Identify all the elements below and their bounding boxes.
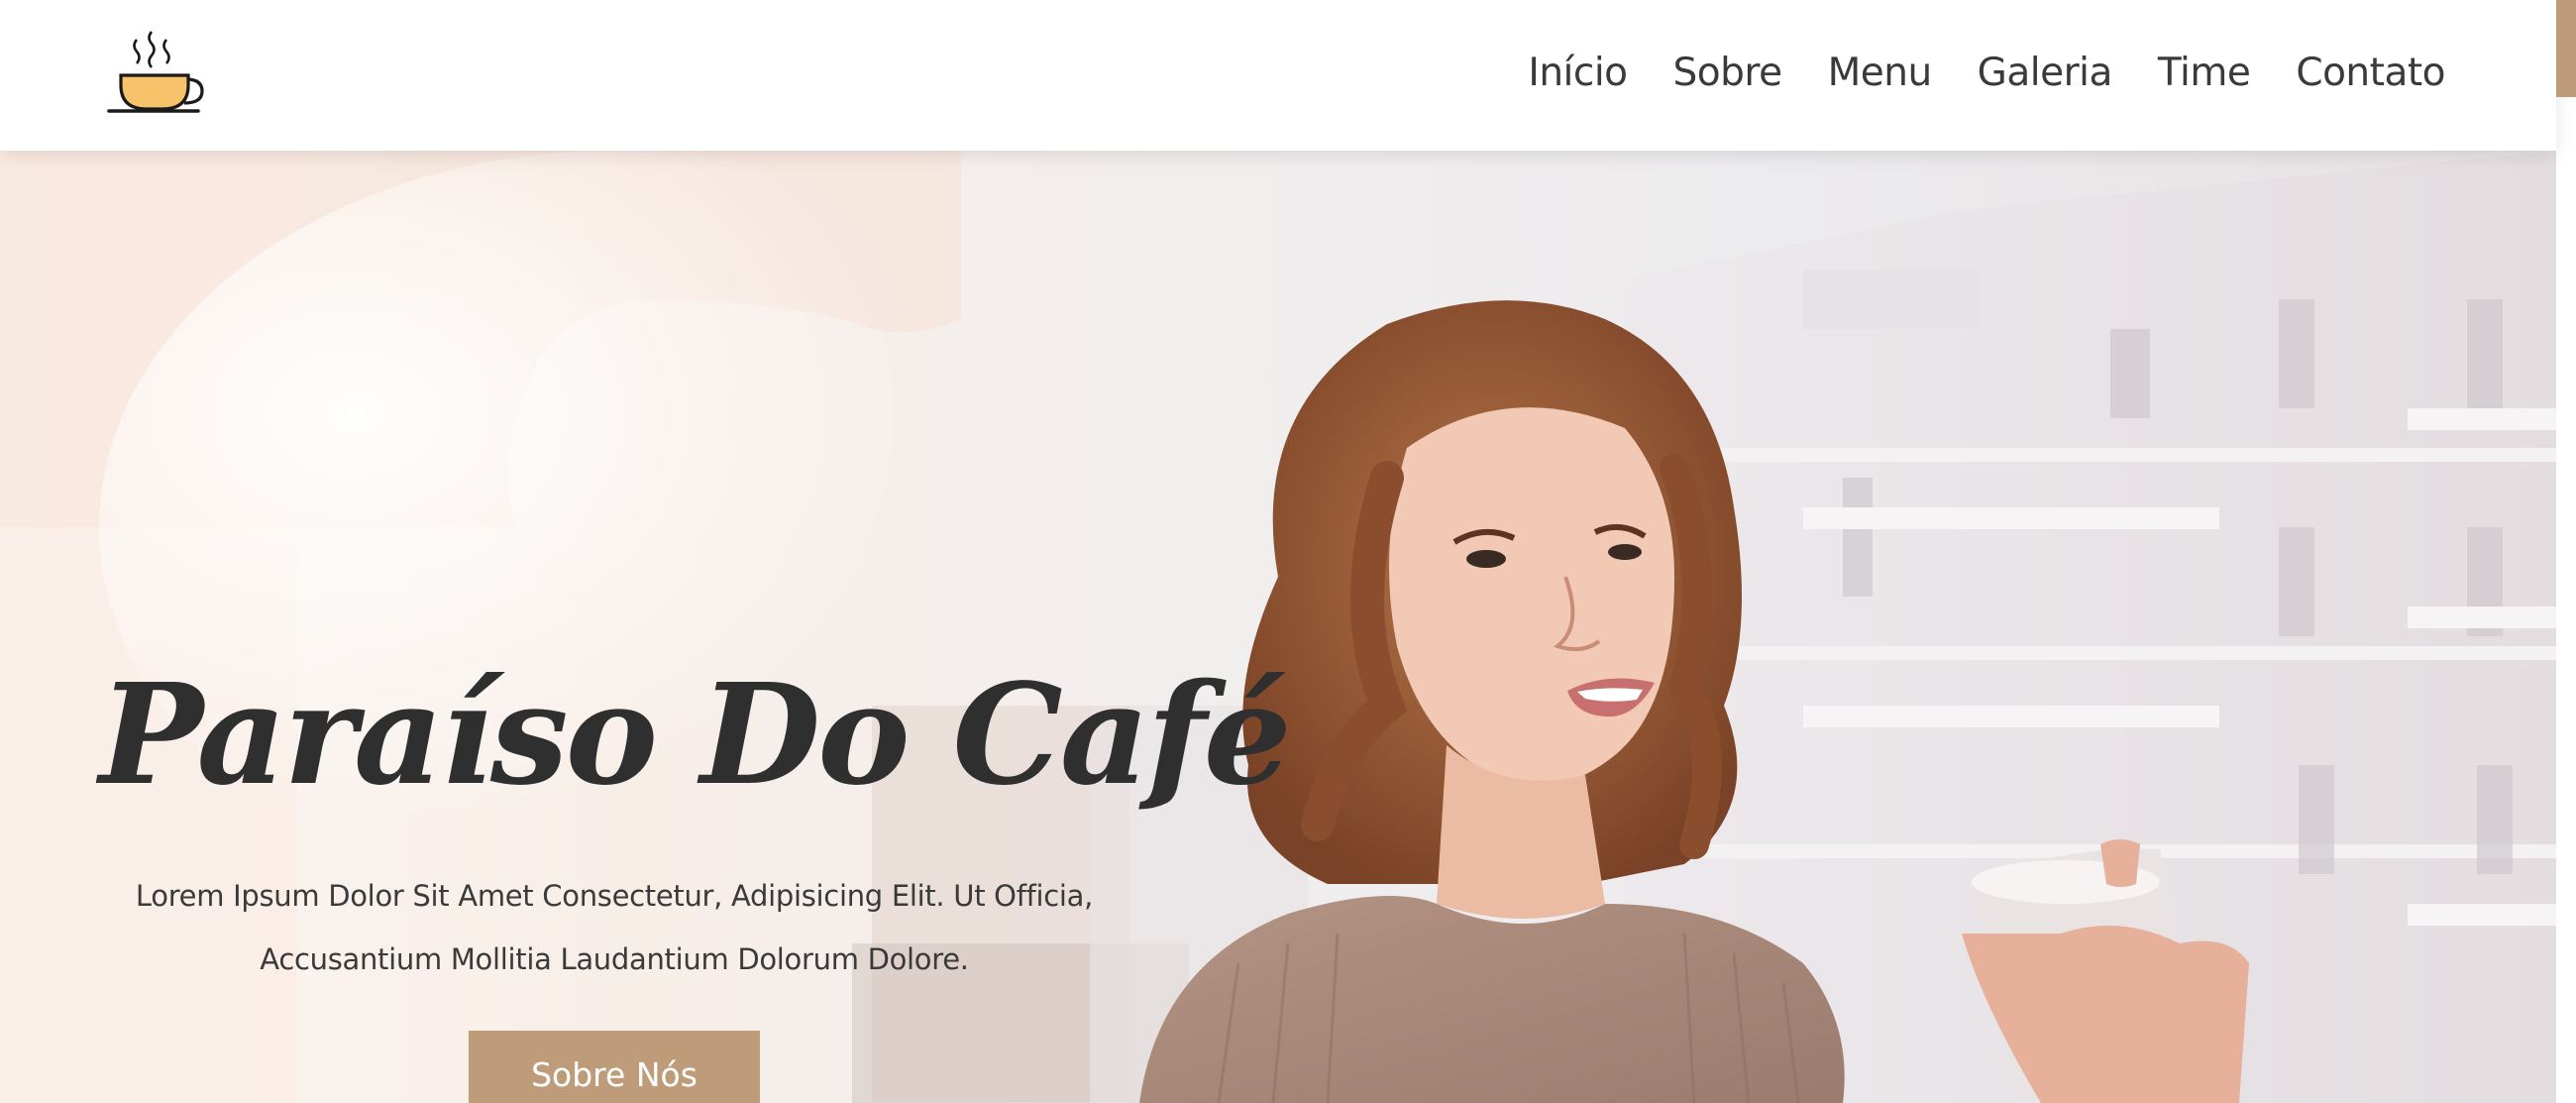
nav-link-inicio[interactable]: Início [1528, 44, 1628, 103]
coffee-cup-icon [107, 31, 204, 113]
page-right-edge [2556, 151, 2576, 1103]
hero-content: Paraíso Do Café Lorem Ipsum Dolor Sit Am… [99, 646, 1292, 1103]
nav-link-time[interactable]: Time [2158, 44, 2251, 103]
nav-link-sobre[interactable]: Sobre [1673, 44, 1783, 103]
hero-description-line-1: Lorem Ipsum Dolor Sit Amet Consectetur, … [135, 879, 1094, 913]
nav-link-galeria[interactable]: Galeria [1978, 44, 2113, 103]
hero-title: Paraíso Do Café [99, 654, 1292, 817]
site-header: Início Sobre Menu Galeria Time Contato [0, 0, 2556, 151]
nav-link-contato[interactable]: Contato [2296, 44, 2445, 103]
hero-description-line-2: Accusantium Mollitia Laudantium Dolorum … [260, 942, 969, 976]
hero-description: Lorem Ipsum Dolor Sit Amet Consectetur, … [99, 864, 1129, 991]
hero-section: Paraíso Do Café Lorem Ipsum Dolor Sit Am… [0, 151, 2556, 1103]
scrollbar-thumb[interactable] [2556, 0, 2576, 97]
main-nav: Início Sobre Menu Galeria Time Contato [1482, 44, 2445, 103]
nav-link-menu[interactable]: Menu [1828, 44, 1933, 103]
about-us-button[interactable]: Sobre Nós [469, 1031, 760, 1103]
logo-link[interactable] [107, 22, 206, 117]
